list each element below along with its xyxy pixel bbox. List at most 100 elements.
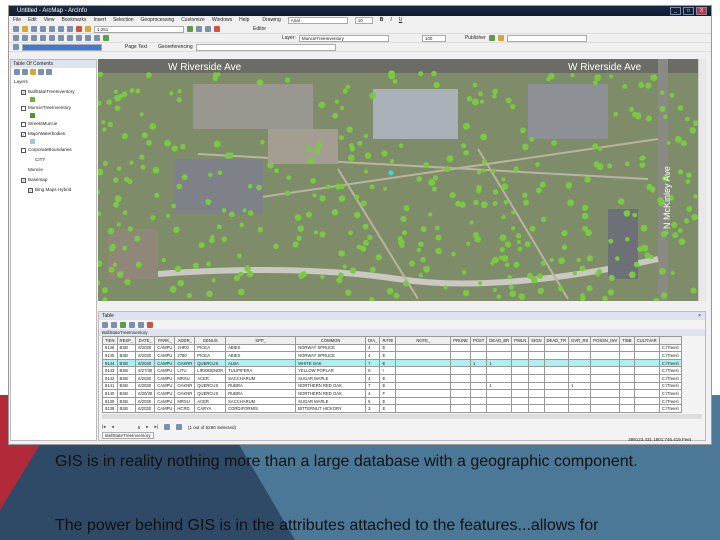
tree-point[interactable] bbox=[451, 251, 456, 257]
tree-point[interactable] bbox=[537, 287, 544, 294]
tree-point[interactable] bbox=[305, 211, 312, 218]
tree-point[interactable] bbox=[567, 199, 575, 207]
paste-icon[interactable] bbox=[67, 26, 73, 32]
tree-point[interactable] bbox=[292, 241, 299, 248]
pan-icon[interactable] bbox=[31, 35, 37, 41]
tree-point[interactable] bbox=[492, 189, 499, 195]
table-row[interactable]: 9139 BSB 6/2030 CAMPU MRSU ACER SACCHARUM SUGAR… bbox=[102, 396, 682, 406]
new-icon[interactable] bbox=[13, 26, 19, 32]
tree-point[interactable] bbox=[176, 183, 182, 190]
tree-point[interactable] bbox=[499, 247, 505, 253]
tree-point[interactable] bbox=[267, 162, 274, 169]
tree-point[interactable] bbox=[522, 192, 528, 198]
tree-point[interactable] bbox=[363, 133, 369, 139]
tree-point[interactable] bbox=[517, 246, 523, 252]
tree-point[interactable] bbox=[496, 294, 502, 299]
column-header[interactable]: PWLN bbox=[511, 336, 530, 345]
tree-point[interactable] bbox=[513, 166, 519, 172]
tree-point[interactable] bbox=[296, 235, 302, 241]
tree-point[interactable] bbox=[139, 154, 145, 160]
toc-layer-item[interactable]: Layers bbox=[11, 77, 96, 87]
tree-point[interactable] bbox=[113, 89, 118, 94]
tree-point[interactable] bbox=[684, 218, 690, 224]
tree-point[interactable] bbox=[154, 192, 160, 198]
tree-point[interactable] bbox=[331, 209, 339, 216]
tree-point[interactable] bbox=[444, 166, 451, 172]
column-header[interactable]: COMMON bbox=[295, 336, 367, 345]
layer-visibility-checkbox[interactable]: ✓ bbox=[21, 89, 26, 95]
column-header[interactable]: RESP_ bbox=[116, 336, 137, 345]
tree-point[interactable] bbox=[233, 274, 241, 282]
tree-point[interactable] bbox=[349, 267, 357, 274]
table-row[interactable]: 9141 BSB 6/2030 CAMPU OAKNR QUERCUS RUBRA NORTH… bbox=[102, 381, 682, 391]
tree-point[interactable] bbox=[527, 272, 533, 279]
table-row[interactable]: 9138 BSB 6/2030 CAMPU HCRD CARYA CORDIFORMIS BI… bbox=[102, 404, 682, 413]
tree-point[interactable] bbox=[540, 260, 546, 266]
tree-point[interactable] bbox=[369, 184, 375, 190]
tree-point[interactable] bbox=[446, 155, 454, 163]
tree-point[interactable] bbox=[677, 105, 684, 111]
tree-point[interactable] bbox=[461, 143, 467, 149]
tree-point[interactable] bbox=[221, 208, 227, 213]
tree-point[interactable] bbox=[362, 223, 369, 230]
tree-point[interactable] bbox=[677, 169, 684, 175]
tree-point[interactable] bbox=[508, 284, 514, 290]
table-horizontal-scrollbar[interactable] bbox=[102, 413, 702, 419]
column-header[interactable]: POST bbox=[469, 336, 488, 345]
tree-point[interactable] bbox=[576, 258, 581, 263]
tree-point[interactable] bbox=[354, 194, 360, 200]
tree-point[interactable] bbox=[617, 198, 625, 205]
tree-point[interactable] bbox=[469, 220, 474, 225]
tree-point[interactable] bbox=[513, 261, 520, 268]
tree-point[interactable] bbox=[629, 106, 634, 112]
menu-view[interactable]: View bbox=[44, 16, 55, 25]
tree-point[interactable] bbox=[609, 74, 614, 79]
prev-record-button[interactable]: ◂ bbox=[111, 424, 113, 430]
tree-point[interactable] bbox=[622, 84, 628, 89]
column-header[interactable]: DIA_ bbox=[365, 336, 381, 345]
tree-point[interactable] bbox=[353, 211, 361, 219]
tree-point[interactable] bbox=[435, 247, 442, 255]
tree-point[interactable] bbox=[466, 96, 473, 102]
editor-icon[interactable] bbox=[187, 26, 193, 32]
tree-point[interactable] bbox=[461, 270, 467, 275]
tree-point[interactable] bbox=[239, 222, 245, 228]
tree-point[interactable] bbox=[561, 230, 568, 237]
select-by-attributes-icon[interactable] bbox=[120, 321, 126, 328]
tree-point[interactable] bbox=[431, 186, 437, 192]
tree-point[interactable] bbox=[690, 287, 697, 294]
minimize-button[interactable]: _ bbox=[670, 7, 681, 15]
identify-icon[interactable] bbox=[76, 35, 82, 41]
tree-point[interactable] bbox=[348, 230, 353, 236]
tree-point[interactable] bbox=[472, 82, 478, 88]
tree-point[interactable] bbox=[171, 203, 176, 209]
tree-point[interactable] bbox=[209, 237, 215, 244]
column-header[interactable]: ADDR_ bbox=[174, 336, 196, 345]
tree-point[interactable] bbox=[418, 241, 424, 247]
tree-point[interactable] bbox=[473, 199, 479, 206]
tree-point[interactable] bbox=[305, 145, 311, 151]
tree-point[interactable] bbox=[216, 224, 222, 230]
tree-point[interactable] bbox=[492, 201, 498, 206]
tree-point[interactable] bbox=[206, 290, 213, 298]
toc-layer-item[interactable]: ✓ BallStateTreeInventory bbox=[11, 87, 96, 97]
tree-point[interactable] bbox=[613, 111, 619, 117]
tree-point[interactable] bbox=[420, 257, 426, 263]
column-header[interactable]: DEAD_BR bbox=[486, 336, 513, 345]
related-tables-icon[interactable] bbox=[111, 321, 117, 328]
column-header[interactable]: DATE_ bbox=[135, 336, 156, 345]
underline-button[interactable]: U bbox=[399, 16, 403, 25]
table-options-icon[interactable] bbox=[102, 321, 108, 328]
tree-point[interactable] bbox=[623, 210, 631, 217]
tree-point[interactable] bbox=[135, 88, 141, 94]
tree-point[interactable] bbox=[257, 226, 263, 233]
layer-select[interactable]: MuncieTreeInventory bbox=[298, 34, 389, 42]
tree-point[interactable] bbox=[520, 127, 526, 134]
tree-point[interactable] bbox=[247, 183, 253, 189]
tree-point[interactable] bbox=[501, 214, 506, 220]
tree-point[interactable] bbox=[284, 190, 291, 196]
tree-point[interactable] bbox=[112, 262, 118, 267]
tree-point[interactable] bbox=[666, 140, 671, 145]
layer-visibility-checkbox[interactable] bbox=[21, 121, 26, 127]
tree-point[interactable] bbox=[518, 293, 526, 300]
